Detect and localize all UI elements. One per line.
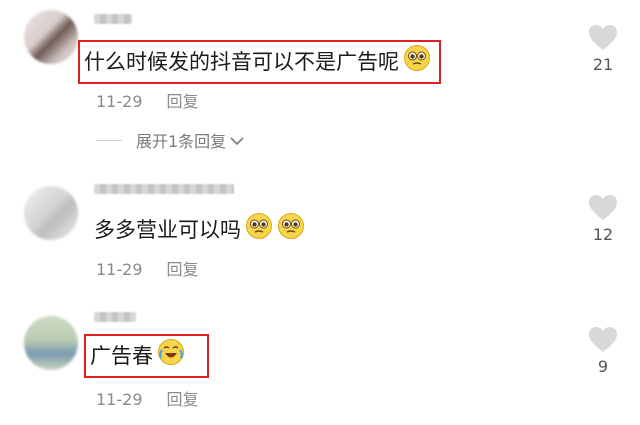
comment-text: 什么时候发的抖音可以不是广告呢 (84, 50, 399, 74)
heart-icon[interactable] (582, 24, 624, 51)
like-count: 9 (597, 357, 609, 376)
pleading-face-icon (277, 212, 305, 248)
like-button[interactable]: 21 (582, 24, 624, 74)
reply-button[interactable]: 回复 (167, 390, 199, 409)
username-blurred[interactable] (94, 312, 136, 322)
expand-replies-label: 展开1条回复 (136, 132, 227, 151)
comment-text-box: 广告春 (84, 334, 209, 378)
comment-text-box: 多多营业可以吗 (94, 212, 305, 248)
comment-meta: 11-29 回复 (96, 256, 199, 280)
reply-button[interactable]: 回复 (167, 260, 199, 279)
comment-date: 11-29 (96, 92, 143, 111)
heart-icon[interactable] (582, 326, 624, 353)
like-count: 12 (592, 225, 614, 244)
comment-meta: 11-29 回复 (96, 386, 199, 410)
like-button[interactable]: 12 (582, 194, 624, 244)
comment-meta: 11-29 回复 (96, 88, 199, 112)
comment-date: 11-29 (96, 260, 143, 279)
crying-laughing-face-icon (157, 338, 185, 374)
avatar[interactable] (24, 10, 78, 64)
comment-date: 11-29 (96, 390, 143, 409)
comment-text: 多多营业可以吗 (94, 218, 241, 242)
avatar[interactable] (24, 316, 78, 370)
username-blurred[interactable] (94, 184, 234, 194)
pleading-face-icon (403, 44, 431, 80)
like-count: 21 (592, 55, 614, 74)
avatar[interactable] (24, 186, 78, 240)
pleading-face-icon (245, 212, 273, 248)
comment-text-box: 什么时候发的抖音可以不是广告呢 (78, 40, 441, 84)
divider-line (96, 139, 122, 141)
like-button[interactable]: 9 (582, 326, 624, 376)
expand-replies-button[interactable]: 展开1条回复 (96, 128, 244, 152)
comment-text: 广告春 (90, 344, 153, 368)
chevron-down-icon (230, 131, 244, 150)
reply-button[interactable]: 回复 (167, 92, 199, 111)
heart-icon[interactable] (582, 194, 624, 221)
username-blurred[interactable] (94, 14, 132, 24)
